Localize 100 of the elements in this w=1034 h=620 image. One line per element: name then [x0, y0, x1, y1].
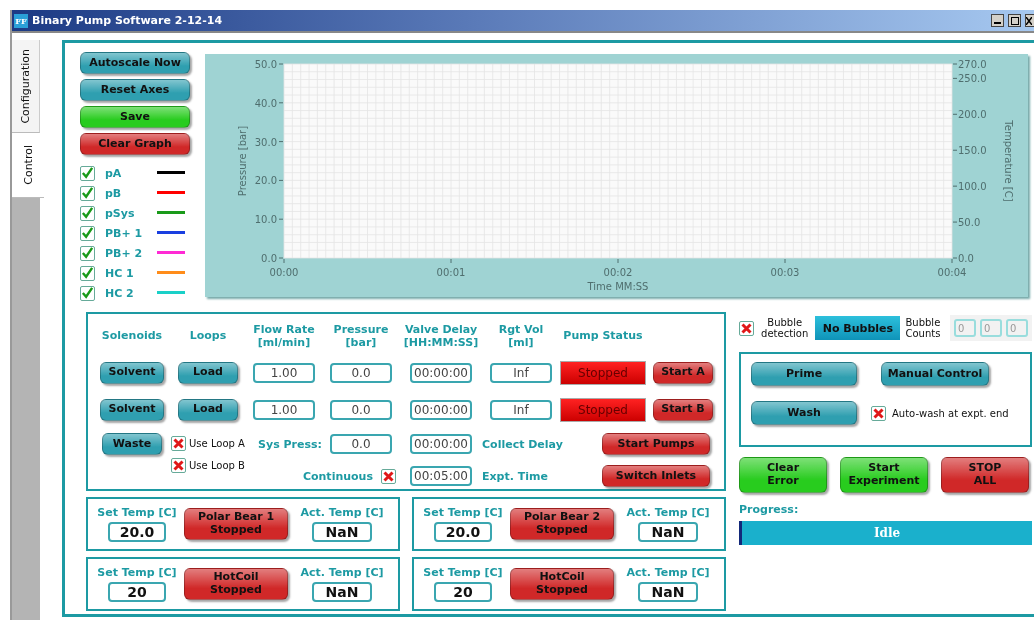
close-icon — [1026, 16, 1032, 25]
graph-button[interactable]: Clear Graph — [80, 133, 190, 155]
heater-button[interactable]: HotCoil Stopped — [510, 568, 614, 600]
value-field[interactable]: 0.0 — [330, 362, 392, 383]
solenoid-button[interactable]: Solvent — [100, 398, 164, 421]
field-label: Collect Delay — [482, 437, 563, 451]
experiment-button[interactable]: Start Experiment — [840, 457, 928, 493]
y-tick-label: 0.0 — [261, 253, 284, 264]
count-field: 0 — [954, 319, 976, 337]
graph-button[interactable]: Autoscale Now — [80, 52, 190, 74]
sys-press-field[interactable]: 0.0 — [330, 434, 392, 454]
heater-button[interactable]: HotCoil Stopped — [184, 568, 288, 600]
waste-button[interactable]: Waste — [102, 433, 162, 455]
start-pumps-button[interactable]: Start Pumps — [602, 433, 710, 455]
checkbox[interactable] — [80, 185, 95, 201]
legend-label: HC 2 — [105, 286, 135, 300]
value-field[interactable]: 1.00 — [253, 362, 315, 383]
checkbox[interactable] — [80, 165, 95, 181]
y-tick-label: 40.0 — [254, 97, 284, 109]
wash-button[interactable]: Wash — [751, 401, 857, 425]
checkbox[interactable] — [739, 320, 754, 336]
start-button[interactable]: Start B — [653, 398, 713, 421]
manual-control-button[interactable]: Manual Control — [881, 362, 989, 386]
field-label: Expt. Time — [482, 469, 548, 483]
value-field[interactable]: Inf — [490, 362, 552, 383]
y-tick-label: 0.0 — [261, 253, 277, 264]
checkbox-label: Use Loop B — [189, 460, 245, 471]
tab[interactable]: Configuration — [12, 40, 40, 133]
column-header: Valve Delay [HH:MM:SS] — [403, 322, 479, 350]
y-tick-label: 50.0 — [254, 59, 284, 70]
bubble-indicator: No Bubbles — [815, 316, 901, 340]
field-label: Set Temp [C] — [97, 566, 177, 579]
loop-button[interactable]: Load — [178, 398, 238, 421]
field-label: Act. Temp [C] — [300, 506, 384, 519]
column-header: Loops — [189, 329, 227, 343]
loop-button[interactable]: Load — [178, 361, 238, 384]
checkbox[interactable] — [80, 225, 95, 241]
graph-button[interactable]: Save — [80, 106, 190, 128]
close-button[interactable] — [1025, 14, 1034, 27]
checkbox[interactable] — [80, 285, 95, 301]
set-temp-field[interactable]: 20 — [434, 582, 492, 602]
checkbox[interactable] — [80, 265, 95, 281]
legend-label: PB+ 2 — [105, 246, 144, 260]
pump-status: Stopped — [560, 397, 646, 422]
experiment-button[interactable]: STOP ALL — [941, 457, 1029, 493]
tab[interactable]: Control — [12, 133, 44, 198]
checkbox[interactable] — [80, 205, 95, 221]
experiment-button[interactable]: Clear Error — [739, 457, 827, 493]
set-temp-field[interactable]: 20.0 — [434, 522, 492, 542]
count-field: 0 — [1006, 319, 1028, 337]
field-label: Set Temp [C] — [97, 506, 177, 519]
x-tick-label: 00:01 — [436, 267, 466, 278]
maximize-button[interactable] — [1008, 14, 1021, 27]
switch-inlets-button[interactable]: Switch Inlets — [602, 465, 710, 487]
act-temp-field: NaN — [638, 522, 698, 542]
value-field[interactable]: 00:00:00 — [410, 399, 472, 420]
act-temp-field: NaN — [638, 582, 698, 602]
heater-button[interactable]: Polar Bear 2 Stopped — [510, 508, 614, 540]
column-header: Pressure [bar] — [333, 322, 389, 350]
act-temp-field: NaN — [312, 522, 372, 542]
value-field[interactable]: 00:00:00 — [410, 362, 472, 383]
y-tick-label: 50.0 — [254, 59, 277, 70]
column-header: Pump Status — [563, 329, 643, 343]
y-tick-label: 50.0 — [952, 217, 981, 229]
start-button[interactable]: Start A — [653, 361, 713, 384]
value-field[interactable]: 1.00 — [253, 399, 315, 420]
collect-delay-field[interactable]: 00:00:00 — [410, 434, 472, 454]
graph-button[interactable]: Reset Axes — [80, 79, 190, 101]
checkbox[interactable] — [171, 436, 187, 451]
checkbox-label: Bubble detection — [760, 317, 810, 339]
y-tick-label: 40.0 — [254, 97, 277, 109]
x-tick-label: 00:02 — [603, 258, 633, 278]
progress-status: Idle — [873, 526, 901, 540]
minimize-button[interactable] — [991, 14, 1004, 27]
legend-label: pA — [105, 166, 123, 180]
legend-label: HC 1 — [105, 266, 135, 280]
checkbox[interactable] — [80, 245, 95, 261]
prime-button[interactable]: Prime — [751, 362, 857, 386]
progress-label: Progress: — [739, 503, 800, 516]
solenoid-button[interactable]: Solvent — [100, 361, 164, 384]
column-header: Solenoids — [101, 329, 163, 343]
legend-label: PB+ 1 — [105, 226, 144, 240]
column-header: Flow Rate [ml/min] — [253, 322, 315, 350]
checkbox[interactable] — [381, 468, 396, 484]
value-field[interactable]: 0.0 — [330, 399, 392, 420]
y-tick-label: 270.0 — [952, 59, 987, 70]
expt-time-field[interactable]: 00:05:00 — [410, 466, 472, 486]
count-field: 0 — [980, 319, 1002, 337]
checkbox[interactable] — [171, 458, 187, 473]
window-title: Binary Pump Software 2-12-14 — [32, 14, 224, 27]
set-temp-field[interactable]: 20.0 — [108, 522, 166, 542]
checkbox[interactable] — [871, 405, 886, 421]
y-tick-label: 20.0 — [254, 175, 284, 187]
set-temp-field[interactable]: 20 — [108, 582, 166, 602]
field-label: Set Temp [C] — [423, 566, 503, 579]
value-field[interactable]: Inf — [490, 399, 552, 420]
checkbox-label: Use Loop A — [189, 438, 245, 449]
heater-button[interactable]: Polar Bear 1 Stopped — [184, 508, 288, 540]
legend-label: pSys — [105, 206, 136, 220]
field-label: Act. Temp [C] — [626, 566, 710, 579]
